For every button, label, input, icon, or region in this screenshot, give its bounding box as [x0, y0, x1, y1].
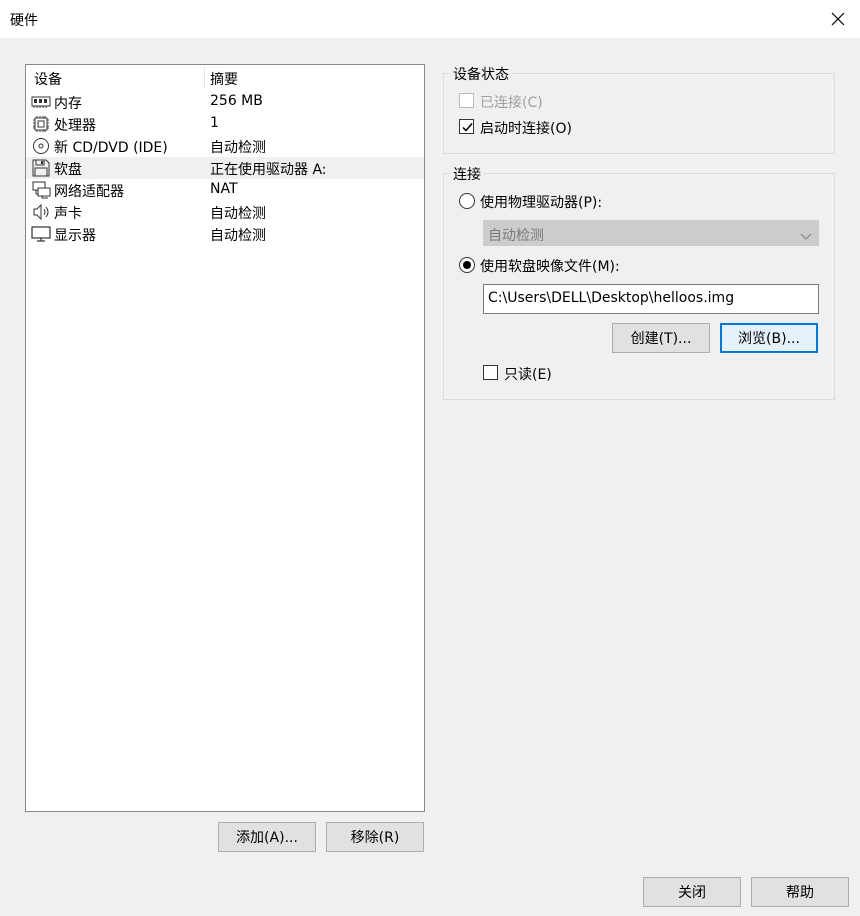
list-item-floppy[interactable]: 软盘 正在使用驱动器 A:	[26, 157, 424, 179]
device-summary: 正在使用驱动器 A:	[210, 162, 327, 178]
list-item-cd-dvd[interactable]: 新 CD/DVD (IDE) 自动检测	[26, 135, 424, 157]
network-icon	[31, 181, 51, 199]
title-bar: 硬件	[0, 0, 860, 38]
create-button[interactable]: 创建(T)...	[612, 323, 710, 353]
physical-drive-label: 使用物理驱动器(P):	[480, 195, 603, 211]
display-icon	[31, 225, 51, 243]
image-file-label: 使用软盘映像文件(M):	[480, 259, 620, 275]
device-status-group	[443, 73, 835, 154]
list-item-memory[interactable]: 内存 256 MB	[26, 91, 424, 113]
device-name: 内存	[54, 96, 82, 112]
image-file-radio[interactable]	[459, 257, 475, 273]
memory-icon	[31, 93, 51, 111]
window-title: 硬件	[10, 13, 38, 29]
speaker-icon	[31, 203, 51, 221]
list-header: 设备 摘要	[26, 65, 424, 91]
image-path-input[interactable]: C:\Users\DELL\Desktop\helloos.img	[483, 284, 819, 314]
chevron-down-icon	[800, 229, 812, 245]
list-item-processor[interactable]: 处理器 1	[26, 113, 424, 135]
floppy-icon	[31, 159, 51, 177]
checkmark-icon	[462, 123, 473, 132]
help-button[interactable]: 帮助	[751, 877, 849, 907]
list-item-network[interactable]: 网络适配器 NAT	[26, 179, 424, 201]
device-name: 软盘	[54, 162, 82, 178]
add-button[interactable]: 添加(A)...	[218, 822, 316, 852]
list-item-display[interactable]: 显示器 自动检测	[26, 223, 424, 245]
physical-drive-select[interactable]: 自动检测	[483, 220, 819, 246]
browse-button[interactable]: 浏览(B)...	[720, 323, 818, 353]
device-name: 声卡	[54, 206, 82, 222]
device-name: 显示器	[54, 228, 96, 244]
connection-label: 连接	[450, 164, 484, 184]
connected-checkbox[interactable]	[459, 93, 474, 108]
cd-dvd-icon	[31, 137, 51, 155]
radio-dot	[463, 261, 471, 269]
processor-icon	[31, 115, 51, 133]
device-summary: NAT	[210, 181, 238, 197]
column-separator[interactable]	[204, 67, 205, 89]
device-name: 网络适配器	[54, 184, 124, 200]
physical-drive-select-value: 自动检测	[488, 228, 544, 244]
physical-drive-radio[interactable]	[459, 193, 475, 209]
device-summary: 256 MB	[210, 93, 263, 109]
read-only-checkbox[interactable]	[483, 365, 498, 380]
connected-label: 已连接(C)	[480, 95, 543, 111]
device-list[interactable]: 设备 摘要 内存 256 MB 处理器 1 新 CD/DVD (IDE) 自动检…	[25, 64, 425, 812]
device-name: 处理器	[54, 118, 96, 134]
read-only-label: 只读(E)	[504, 367, 552, 383]
column-header-summary[interactable]: 摘要	[210, 69, 238, 89]
device-summary: 1	[210, 115, 219, 131]
connect-on-power-on-label: 启动时连接(O)	[480, 121, 572, 137]
device-summary: 自动检测	[210, 140, 266, 156]
column-header-device[interactable]: 设备	[34, 69, 62, 89]
list-item-sound-card[interactable]: 声卡 自动检测	[26, 201, 424, 223]
device-summary: 自动检测	[210, 228, 266, 244]
image-path-value: C:\Users\DELL\Desktop\helloos.img	[488, 290, 735, 306]
device-status-label: 设备状态	[450, 64, 512, 84]
connect-on-power-on-checkbox[interactable]	[459, 119, 474, 134]
close-button[interactable]: 关闭	[643, 877, 741, 907]
close-icon[interactable]	[816, 0, 860, 38]
device-name: 新 CD/DVD (IDE)	[54, 140, 168, 156]
device-summary: 自动检测	[210, 206, 266, 222]
remove-button[interactable]: 移除(R)	[326, 822, 424, 852]
